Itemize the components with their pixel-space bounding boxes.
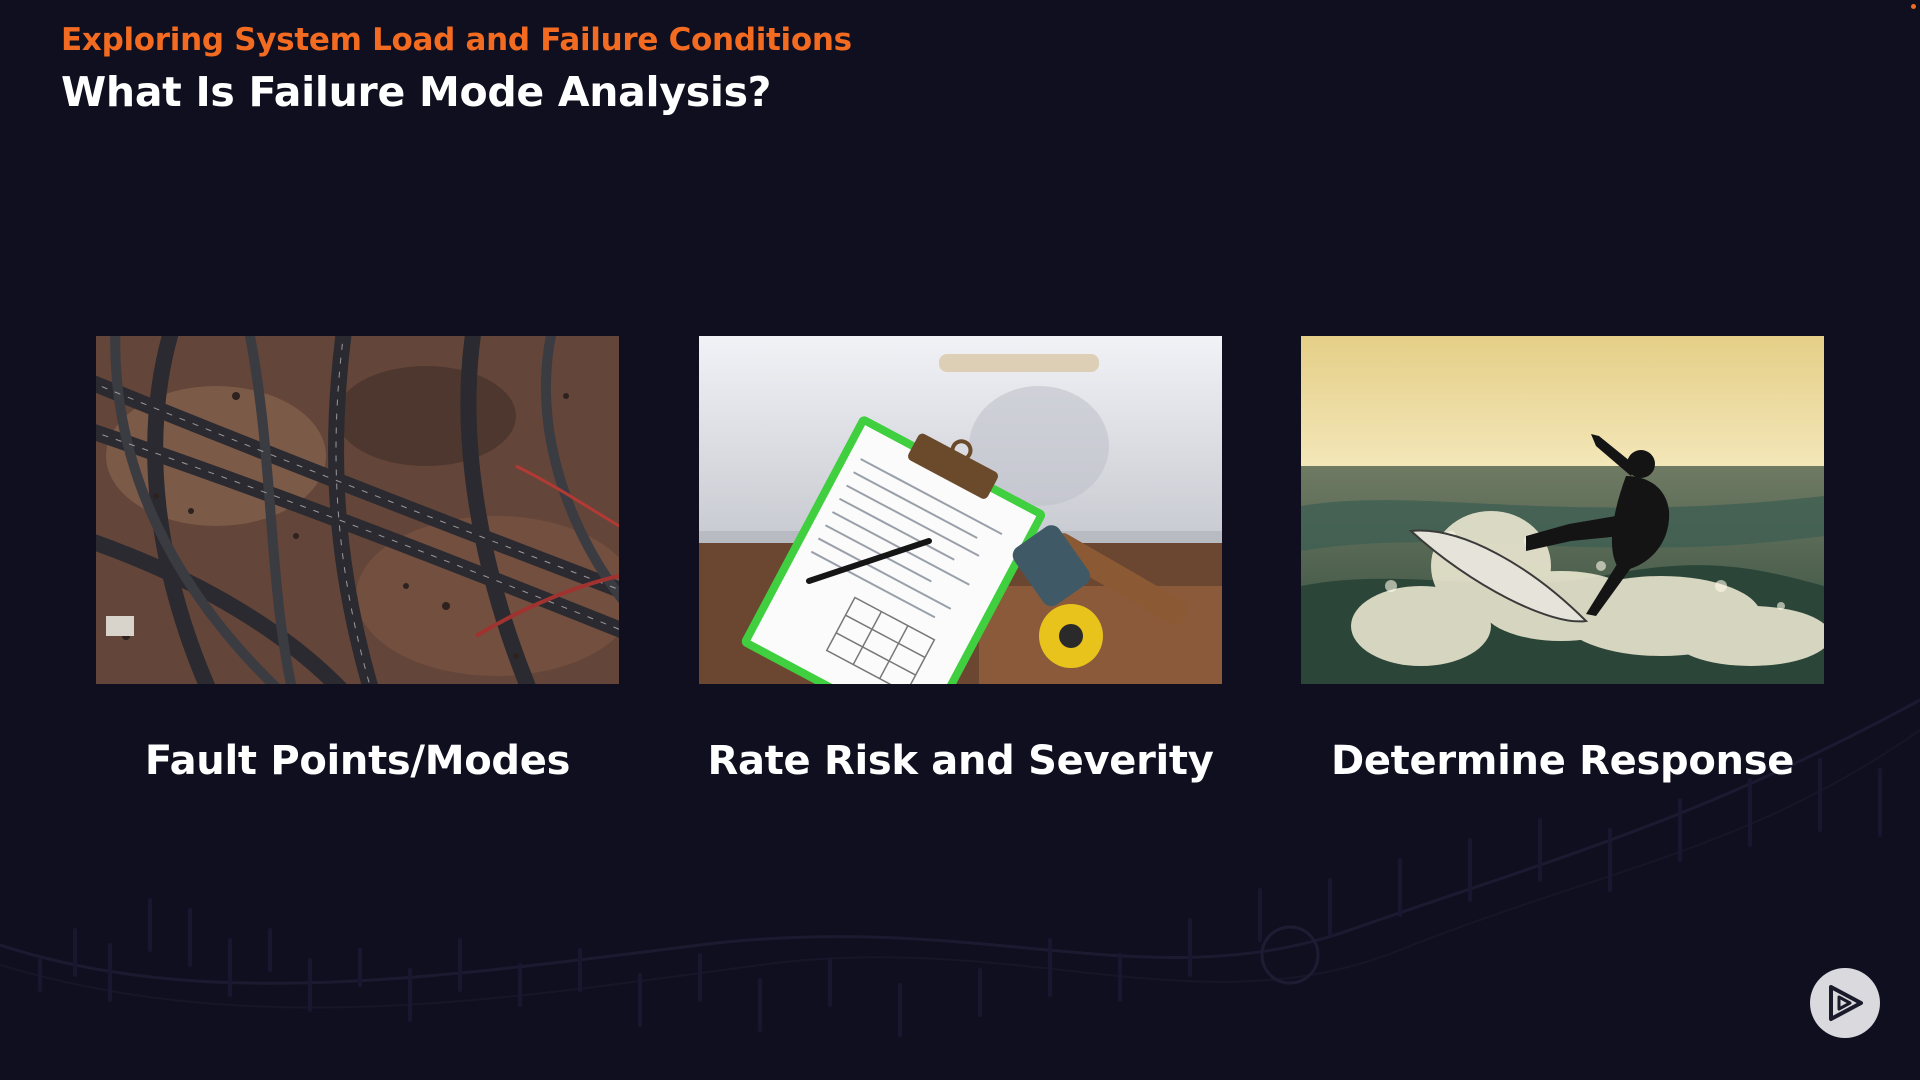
- corner-dot: [1911, 4, 1916, 9]
- card-label-fault-points: Fault Points/Modes: [144, 738, 571, 784]
- card-label-determine-response: Determine Response: [1330, 738, 1795, 784]
- section-eyebrow: Exploring System Load and Failure Condit…: [61, 22, 852, 58]
- play-logo-icon[interactable]: [1810, 968, 1880, 1038]
- card-rate-risk: Rate Risk and Severity: [699, 336, 1222, 784]
- card-label-rate-risk: Rate Risk and Severity: [707, 738, 1214, 784]
- play-icon: [1829, 985, 1863, 1021]
- clipboard-checklist-image: [699, 336, 1222, 684]
- card-determine-response: Determine Response: [1301, 336, 1824, 784]
- aerial-highway-image: [96, 336, 619, 684]
- slide: Exploring System Load and Failure Condit…: [0, 0, 1920, 1080]
- surfer-image: [1301, 336, 1824, 684]
- slide-title: What Is Failure Mode Analysis?: [61, 68, 772, 116]
- card-fault-points: Fault Points/Modes: [96, 336, 619, 784]
